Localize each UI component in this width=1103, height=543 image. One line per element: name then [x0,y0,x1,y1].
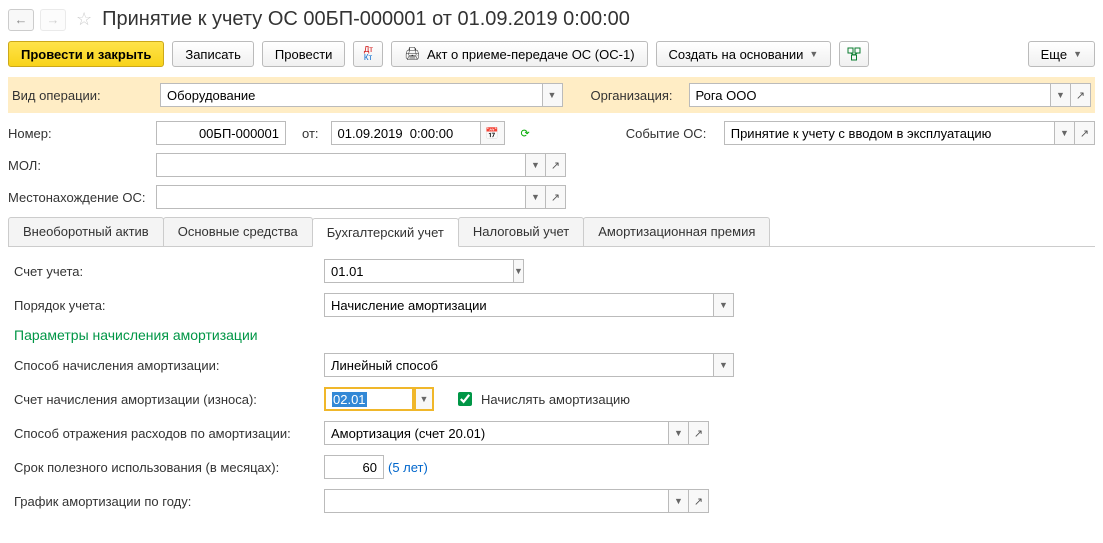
dtkt-button[interactable]: ДтКт [353,41,383,67]
loc-label: Местонахождение ОС: [8,190,148,205]
tab-tax-accounting[interactable]: Налоговый учет [458,217,584,246]
method-input[interactable] [324,353,714,377]
method-label: Способ начисления амортизации: [14,358,324,373]
org-input[interactable] [689,83,1052,107]
life-label: Срок полезного использования (в месяцах)… [14,460,324,475]
org-label: Организация: [591,88,681,103]
exp-dropdown[interactable]: ▼ [669,421,689,445]
op-type-dropdown[interactable]: ▼ [543,83,563,107]
event-label: Событие ОС: [626,126,716,141]
am-account-dropdown[interactable]: ▼ [414,387,434,411]
post-and-close-button[interactable]: Провести и закрыть [8,41,164,67]
schedule-label: График амортизации по году: [14,494,324,509]
op-type-label: Вид операции: [12,88,152,103]
mol-label: МОЛ: [8,158,148,173]
method-dropdown[interactable]: ▼ [714,353,734,377]
exp-label: Способ отражения расходов по амортизации… [14,426,324,441]
am-checkbox-group[interactable]: Начислять амортизацию [454,389,630,409]
schedule-open-button[interactable]: ↗ [689,489,709,513]
loc-input[interactable] [156,185,526,209]
nav-forward-button[interactable]: → [40,9,66,31]
page-title: Принятие к учету ОС 00БП-000001 от 01.09… [102,8,630,31]
order-label: Порядок учета: [14,298,324,313]
tab-non-current-asset[interactable]: Внеоборотный актив [8,217,164,246]
date-input[interactable] [331,121,481,145]
favorite-star-icon[interactable]: ☆ [76,9,92,30]
account-dropdown[interactable]: ▼ [514,259,524,283]
number-input[interactable] [156,121,286,145]
exp-open-button[interactable]: ↗ [689,421,709,445]
am-account-label: Счет начисления амортизации (износа): [14,392,324,407]
schedule-dropdown[interactable]: ▼ [669,489,689,513]
org-dropdown[interactable]: ▼ [1051,83,1071,107]
tab-fixed-assets[interactable]: Основные средства [163,217,313,246]
mol-dropdown[interactable]: ▼ [526,153,546,177]
number-label: Номер: [8,126,148,141]
mol-open-button[interactable]: ↗ [546,153,566,177]
account-input[interactable] [324,259,514,283]
depreciation-section-header: Параметры начисления амортизации [14,327,1089,343]
loc-open-button[interactable]: ↗ [546,185,566,209]
am-checkbox[interactable] [458,392,472,406]
post-button[interactable]: Провести [262,41,346,67]
related-docs-button[interactable] [839,41,869,67]
tab-accounting[interactable]: Бухгалтерский учет [312,218,459,247]
calendar-icon[interactable]: 📅 [481,121,505,145]
op-type-input[interactable] [160,83,543,107]
order-dropdown[interactable]: ▼ [714,293,734,317]
order-input[interactable] [324,293,714,317]
schedule-input[interactable] [324,489,669,513]
create-based-on-button[interactable]: Создать на основании▼ [656,41,832,67]
printer-icon: 🖨 [404,46,421,62]
life-hint: (5 лет) [388,460,428,475]
nav-back-button[interactable]: ← [8,9,34,31]
loc-dropdown[interactable]: ▼ [526,185,546,209]
save-button[interactable]: Записать [172,41,254,67]
event-open-button[interactable]: ↗ [1075,121,1095,145]
account-label: Счет учета: [14,264,324,279]
exp-input[interactable] [324,421,669,445]
event-input[interactable] [724,121,1055,145]
am-account-input[interactable]: 02.01 [324,387,414,411]
more-button[interactable]: Еще▼ [1028,41,1095,67]
from-label: от: [302,126,319,141]
life-input[interactable] [324,455,384,479]
tab-depreciation-bonus[interactable]: Амортизационная премия [583,217,770,246]
event-dropdown[interactable]: ▼ [1055,121,1075,145]
org-open-button[interactable]: ↗ [1071,83,1091,107]
mol-input[interactable] [156,153,526,177]
refresh-icon[interactable]: ⟳ [521,127,530,140]
am-checkbox-label: Начислять амортизацию [481,392,630,407]
act-print-button[interactable]: 🖨Акт о приеме-передаче ОС (ОС-1) [391,41,647,67]
